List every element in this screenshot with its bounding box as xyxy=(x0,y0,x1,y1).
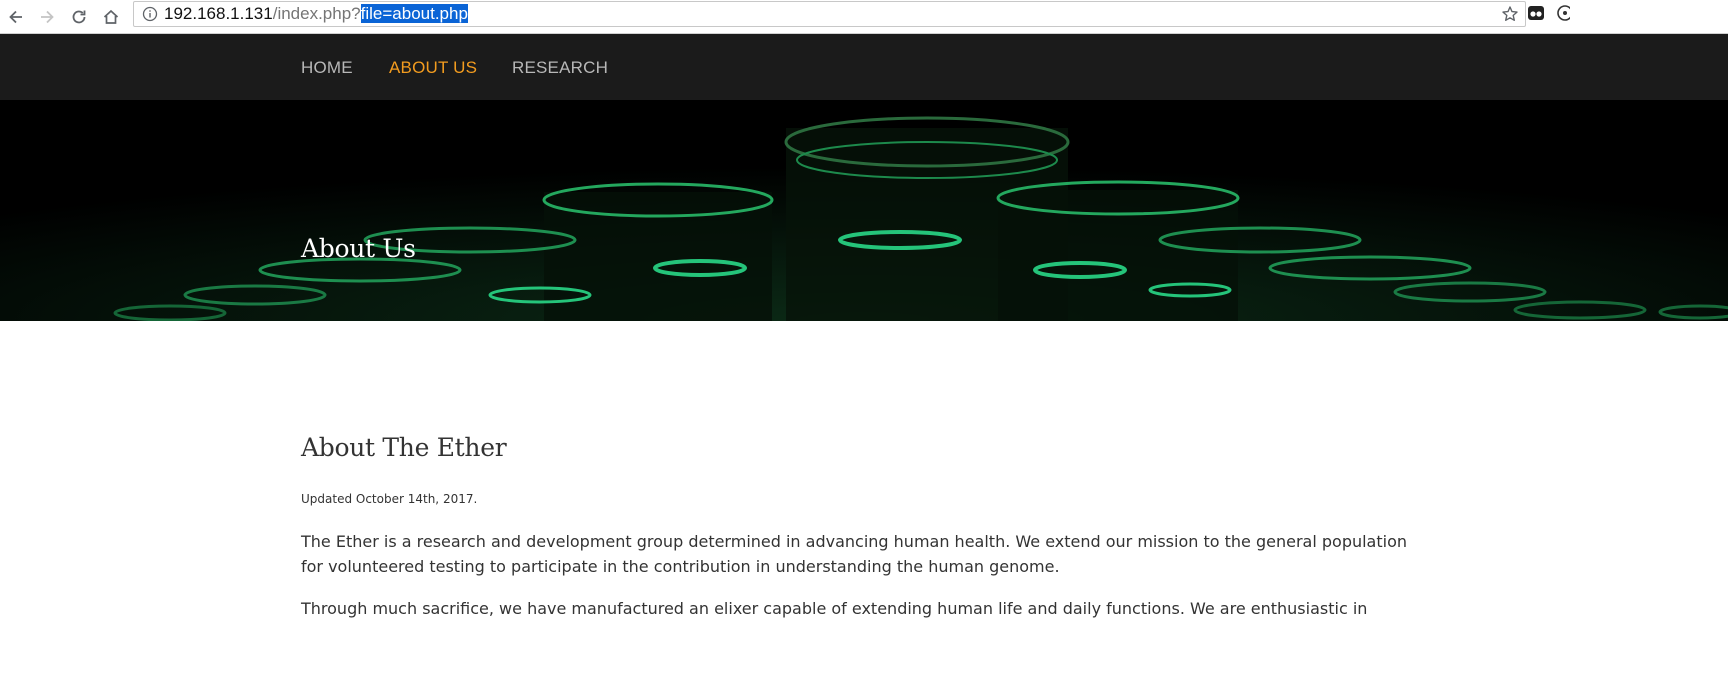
arrow-right-icon xyxy=(41,10,54,24)
forward-button[interactable] xyxy=(34,4,60,30)
arrow-left-icon xyxy=(9,10,22,24)
url-text[interactable]: 192.168.1.131/index.php?file=about.php xyxy=(164,4,468,24)
reload-icon xyxy=(72,10,86,24)
hero-banner: About Us xyxy=(0,100,1728,321)
nav-item-home[interactable]: HOME xyxy=(301,58,353,78)
bookmark-star-icon[interactable] xyxy=(1501,5,1519,27)
updated-date: Updated October 14th, 2017. xyxy=(301,492,478,506)
extension-icon[interactable] xyxy=(1527,4,1545,26)
browser-toolbar: 192.168.1.131/index.php?file=about.php xyxy=(0,0,1728,34)
url-host: 192.168.1.131 xyxy=(164,4,273,23)
nav-item-about-us[interactable]: ABOUT US xyxy=(389,58,477,78)
reload-button[interactable] xyxy=(66,4,92,30)
beakers-background-image xyxy=(0,100,1728,321)
home-button[interactable] xyxy=(98,4,124,30)
home-icon xyxy=(103,9,119,24)
url-query-selection: file=about.php xyxy=(360,4,468,23)
url-path: /index.php? xyxy=(272,4,361,23)
content-paragraph: Through much sacrifice, we have manufact… xyxy=(301,599,1368,618)
site-navbar: HOME ABOUT US RESEARCH xyxy=(0,34,1728,100)
hero-title: About Us xyxy=(301,234,416,263)
extension-icon[interactable] xyxy=(1556,4,1573,26)
content-title: About The Ether xyxy=(301,433,507,462)
content-paragraph: The Ether is a research and development … xyxy=(301,532,1408,576)
info-icon[interactable] xyxy=(142,6,158,26)
back-button[interactable] xyxy=(3,4,29,30)
nav-item-research[interactable]: RESEARCH xyxy=(512,58,608,78)
address-bar[interactable]: 192.168.1.131/index.php?file=about.php xyxy=(133,1,1526,27)
